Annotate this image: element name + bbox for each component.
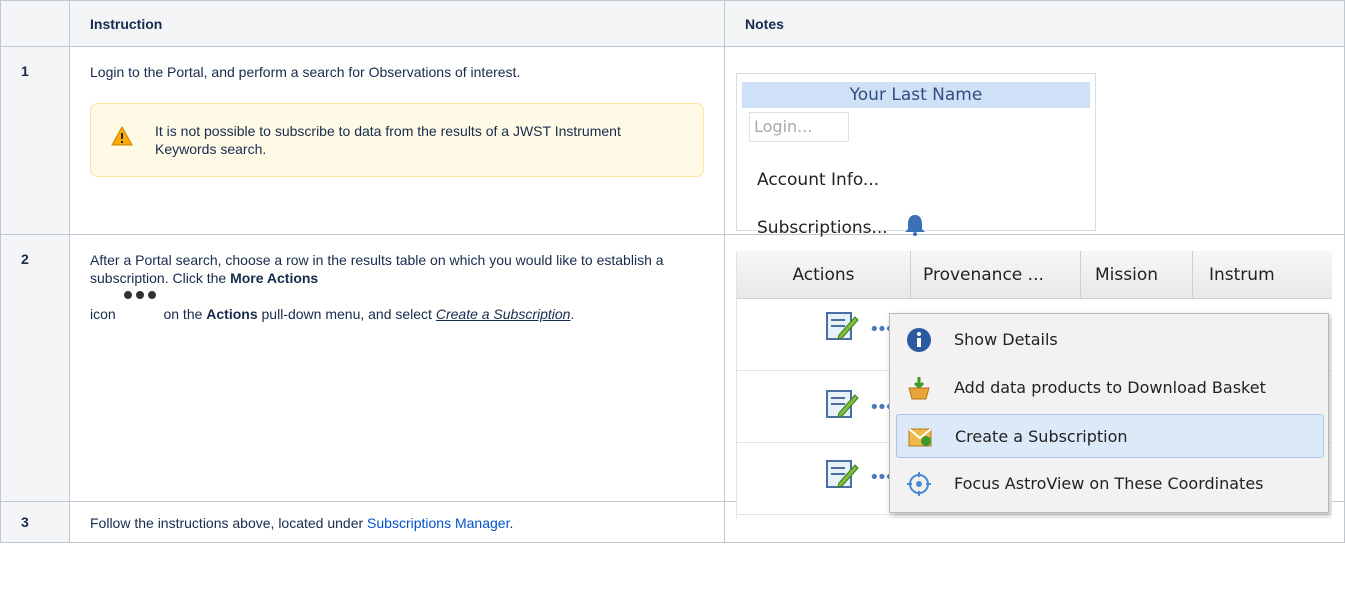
header-notes: Notes <box>724 0 1345 47</box>
menu-item-label: Show Details <box>954 330 1058 349</box>
menu-item-add-to-basket: Add data products to Download Basket <box>896 366 1324 410</box>
download-basket-icon <box>908 377 930 400</box>
step-instruction: Login to the Portal, and perform a searc… <box>69 46 725 235</box>
account-info-item: Account Info... <box>757 170 880 190</box>
more-actions-label: More Actions <box>230 270 319 286</box>
menu-item-label: Add data products to Download Basket <box>954 378 1266 397</box>
create-subscription-label: Create a Subscription <box>435 306 571 322</box>
instruction-text: . <box>570 306 575 322</box>
instruction-text: . <box>509 515 514 531</box>
instruction-paragraph: After a Portal search, choose a row in t… <box>90 251 680 323</box>
instruction-text: Login to the Portal, and perform a searc… <box>90 64 521 80</box>
column-mission: Mission <box>1081 251 1193 299</box>
login-button: Login... <box>749 112 849 142</box>
target-icon <box>907 472 931 496</box>
results-grid-header: Actions Provenance ... Mission Instrum <box>737 251 1332 299</box>
edit-icon <box>826 460 859 488</box>
actions-label: Actions <box>206 306 258 322</box>
more-actions-icon <box>123 291 156 319</box>
step-notes <box>724 501 1345 543</box>
instruction-text: icon <box>90 306 120 322</box>
step-number: 2 <box>0 234 70 502</box>
menu-item-focus-astroview: Focus AstroView on These Coordinates <box>896 462 1324 506</box>
column-provenance: Provenance ... <box>911 251 1081 299</box>
menu-item-label: Focus AstroView on These Coordinates <box>954 474 1264 493</box>
name-bar: Your Last Name <box>742 82 1090 108</box>
warning-icon <box>111 126 133 146</box>
step-notes: Actions Provenance ... Mission Instrum •… <box>724 234 1345 519</box>
table-header-row: Instruction Notes <box>0 0 1345 47</box>
edit-icon <box>826 312 859 340</box>
column-actions: Actions <box>737 251 911 299</box>
instruction-text: After a Portal search, choose a row in t… <box>90 252 664 286</box>
edit-icon <box>826 390 859 418</box>
menu-item-show-details: Show Details <box>896 318 1324 362</box>
context-menu: Show Details Add data products to Downlo… <box>889 313 1329 513</box>
actions-menu-screenshot: Actions Provenance ... Mission Instrum •… <box>736 251 1332 519</box>
bell-icon <box>905 215 925 236</box>
header-instruction: Instruction <box>69 0 725 47</box>
step-number: 1 <box>0 46 70 235</box>
subscription-icon <box>908 428 932 447</box>
subscriptions-manager-link[interactable]: Subscriptions Manager <box>367 515 509 531</box>
instruction-text: Follow the instructions above, located u… <box>90 515 368 531</box>
warning-panel: It is not possible to subscribe to data … <box>90 103 704 177</box>
column-instrument: Instrum <box>1209 265 1275 285</box>
instruction-text: on the <box>159 306 207 322</box>
menu-item-label: Create a Subscription <box>955 427 1128 446</box>
header-number <box>0 0 70 47</box>
step-notes: Your Last Name Login... Account Info... … <box>724 46 1345 238</box>
login-menu-screenshot: Your Last Name Login... Account Info... … <box>736 73 1096 238</box>
table-row: 2 After a Portal search, choose a row in… <box>0 234 1345 519</box>
table-row: 3 Follow the instructions above, located… <box>0 501 1345 543</box>
step-instruction: After a Portal search, choose a row in t… <box>69 234 725 502</box>
instructions-table: Instruction Notes 1 Login to the Portal,… <box>0 0 1345 543</box>
info-icon <box>907 328 931 352</box>
table-row: 1 Login to the Portal, and perform a sea… <box>0 46 1345 238</box>
instruction-text: pull-down menu, and select <box>257 306 436 322</box>
step-instruction: Follow the instructions above, located u… <box>69 501 725 543</box>
warning-text: It is not possible to subscribe to data … <box>155 123 621 157</box>
step-number: 3 <box>0 501 70 543</box>
menu-item-create-subscription: Create a Subscription <box>896 414 1324 458</box>
